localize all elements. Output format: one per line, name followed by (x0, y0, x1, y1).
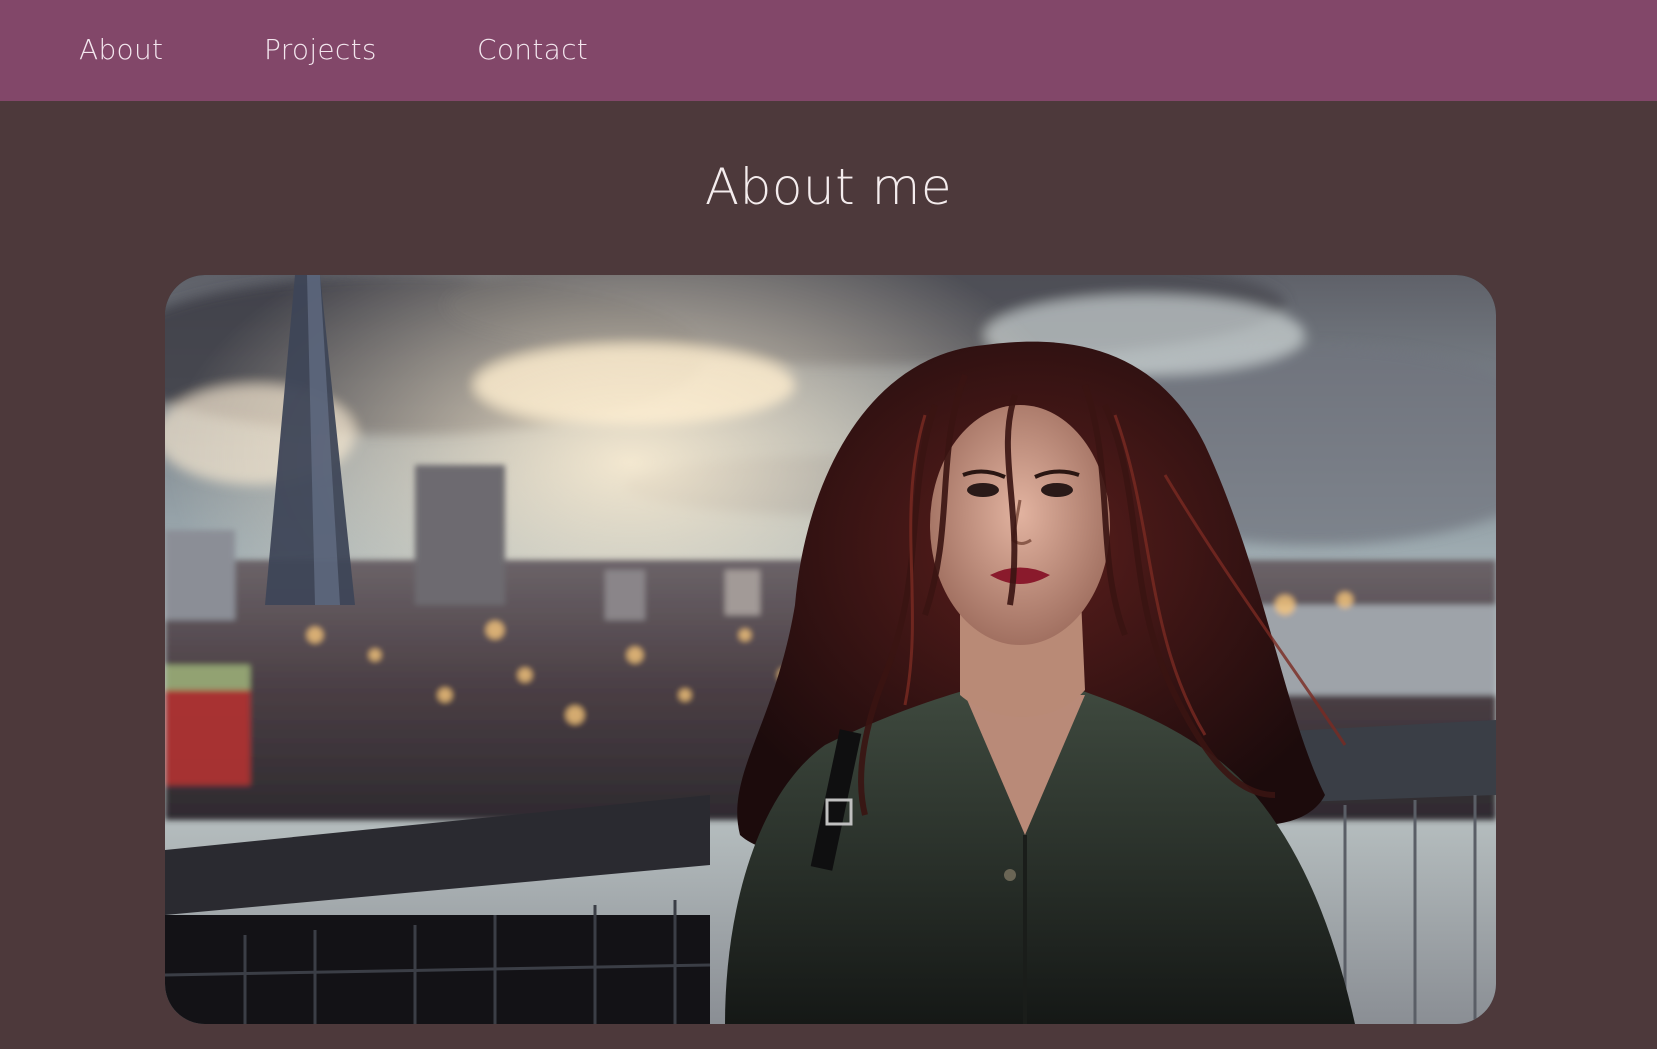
profile-photo (165, 275, 1496, 1024)
profile-photo-illustration (165, 275, 1496, 1024)
nav-link-about[interactable]: About (79, 30, 163, 70)
top-navbar: About Projects Contact (0, 0, 1657, 101)
nav-link-contact[interactable]: Contact (477, 30, 588, 70)
nav-link-projects[interactable]: Projects (264, 30, 377, 70)
page-title: About me (704, 158, 953, 216)
